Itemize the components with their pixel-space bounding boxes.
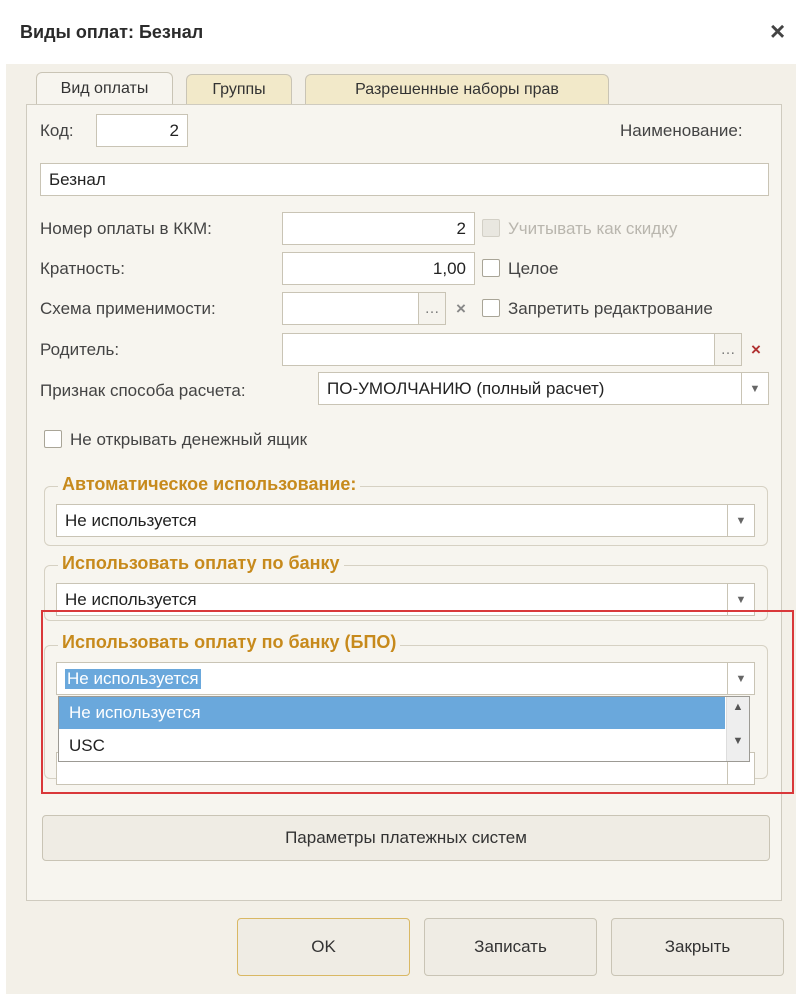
window-title: Виды оплат: Безнал — [20, 22, 204, 42]
chevron-down-icon[interactable]: ▼ — [727, 662, 755, 695]
tab-payment-type[interactable]: Вид оплаты — [36, 72, 173, 105]
chevron-down-icon[interactable]: ▼ — [741, 372, 769, 405]
parent-label: Родитель: — [40, 340, 120, 359]
whole-checkbox[interactable] — [482, 259, 500, 277]
no-drawer-checkbox[interactable] — [44, 430, 62, 448]
close-icon[interactable]: × — [770, 16, 785, 47]
close-button[interactable]: Закрыть — [611, 918, 784, 976]
discount-checkbox — [482, 219, 500, 237]
name-label: Наименование: — [620, 121, 743, 140]
calc-method-label: Признак способа расчета: — [40, 381, 246, 400]
kkm-label: Номер оплаты в ККМ: — [40, 219, 212, 238]
discount-label: Учитывать как скидку — [508, 219, 678, 238]
calc-method-select[interactable]: ПО-УМОЛЧАНИЮ (полный расчет) — [318, 372, 742, 405]
dropdown-option[interactable]: USC — [59, 730, 725, 761]
name-field[interactable]: Безнал — [40, 163, 769, 196]
scheme-select-button[interactable]: … — [418, 292, 446, 325]
bpo-title: Использовать оплату по банку (БПО) — [58, 632, 401, 653]
tab-permissions[interactable]: Разрешенные наборы прав — [305, 74, 609, 104]
multiplicity-label: Кратность: — [40, 259, 125, 278]
chevron-down-icon[interactable]: ▼ — [727, 504, 755, 537]
parent-select-button[interactable]: … — [714, 333, 742, 366]
parent-clear-icon[interactable]: × — [745, 333, 767, 366]
scroll-up-icon[interactable]: ▲ — [727, 701, 749, 713]
tab-groups[interactable]: Группы — [186, 74, 292, 104]
forbid-edit-checkbox[interactable] — [482, 299, 500, 317]
scroll-down-icon[interactable]: ▼ — [727, 735, 749, 747]
kkm-field[interactable]: 2 — [282, 212, 475, 245]
scheme-clear-icon[interactable]: × — [450, 292, 472, 325]
no-drawer-label: Не открывать денежный ящик — [70, 430, 308, 449]
dropdown-option[interactable]: Не используется — [59, 697, 725, 729]
ok-button[interactable]: OK — [237, 918, 410, 976]
scheme-field[interactable] — [282, 292, 419, 325]
code-field[interactable]: 2 — [96, 114, 188, 147]
whole-label: Целое — [508, 259, 559, 278]
auto-use-title: Автоматическое использование: — [58, 474, 361, 495]
multiplicity-field[interactable]: 1,00 — [282, 252, 475, 285]
bpo-select[interactable]: Не используется — [56, 662, 728, 695]
dropdown-scrollbar[interactable]: ▲ ▼ — [726, 697, 749, 761]
auto-use-select[interactable]: Не используется — [56, 504, 728, 537]
bank-payment-select[interactable]: Не используется — [56, 583, 728, 616]
code-label: Код: — [40, 121, 74, 140]
forbid-edit-label: Запретить редактрование — [508, 299, 713, 318]
bpo-selected-text: Не используется — [65, 668, 201, 689]
bank-payment-title: Использовать оплату по банку — [58, 553, 344, 574]
payment-systems-button[interactable]: Параметры платежных систем — [42, 815, 770, 861]
scheme-label: Схема применимости: — [40, 299, 216, 318]
parent-field[interactable] — [282, 333, 715, 366]
save-button[interactable]: Записать — [424, 918, 597, 976]
chevron-down-icon[interactable]: ▼ — [727, 583, 755, 616]
